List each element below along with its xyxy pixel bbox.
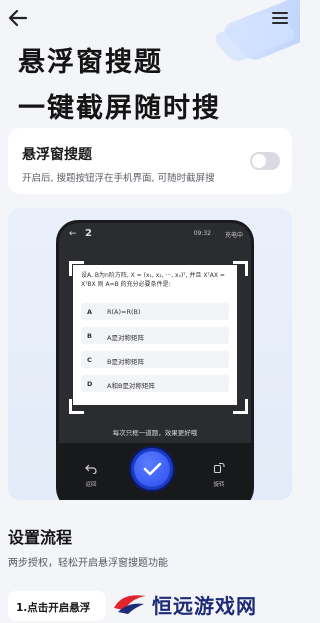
page-subtitle: 一键截屏随时搜 <box>18 93 221 124</box>
option-a[interactable]: A R(A)=R(B) <box>81 303 229 320</box>
watermark-text: 恒远游戏网 <box>152 594 257 618</box>
question-text: 设A, B为n阶方阵, X = (x₁, x₂, ···, xₙ)ᵀ, 并且 X… <box>81 272 225 288</box>
demo-illustration: ← 2 09:32 充电中 设A, B为n阶方阵, X = (x₁, x₂, ·… <box>8 208 292 500</box>
crop-corner-handle[interactable] <box>233 261 248 276</box>
watermark-logo-icon <box>114 595 146 614</box>
phone-mockup: ← 2 09:32 充电中 设A, B为n阶方阵, X = (x₁, x₂, ·… <box>56 220 254 500</box>
hamburger-menu-icon <box>272 12 288 14</box>
confirm-search-button[interactable] <box>134 451 170 487</box>
option-b[interactable]: B A是对称矩阵 <box>81 327 229 344</box>
card-description: 开启后, 搜题按钮浮在手机界面, 可随时截屏搜 <box>22 173 215 184</box>
back-button[interactable] <box>6 6 30 30</box>
setup-section-description: 两步授权，轻松开启悬浮窗搜题功能 <box>8 558 168 569</box>
crop-region[interactable]: 设A, B为n阶方阵, X = (x₁, x₂, ···, xₙ)ᵀ, 并且 X… <box>73 265 237 405</box>
floating-window-toggle[interactable] <box>250 152 280 170</box>
option-c[interactable]: C B是对称矩阵 <box>81 351 229 368</box>
rotate-button[interactable]: 旋转 <box>209 459 229 488</box>
step-1-enable-float-button[interactable]: 1.点击开启悬浮 <box>8 591 106 621</box>
return-button[interactable]: 返回 <box>81 459 101 488</box>
option-d[interactable]: D A和B是对称矩阵 <box>81 375 229 392</box>
undo-arrow-icon <box>85 464 97 475</box>
card-title: 悬浮窗搜题 <box>22 147 92 163</box>
checkmark-icon <box>143 462 162 476</box>
page-title: 悬浮窗搜题 <box>18 47 163 78</box>
crop-corner-handle[interactable] <box>69 399 84 414</box>
crop-corner-handle[interactable] <box>233 399 248 414</box>
arrow-left-icon <box>8 9 28 27</box>
crop-hint: 每次只框一道题，效果更好哦 <box>112 429 198 437</box>
watermark: 恒远游戏网 <box>108 586 298 620</box>
phone-statusbar: ← 2 09:32 充电中 <box>69 228 243 239</box>
menu-button[interactable] <box>268 6 292 30</box>
camera-toolbar: 返回 旋转 <box>59 443 251 500</box>
floating-window-card: 悬浮窗搜题 开启后, 搜题按钮浮在手机界面, 可随时截屏搜 <box>8 128 292 194</box>
rotate-icon <box>213 462 225 474</box>
crop-corner-handle[interactable] <box>69 261 84 276</box>
setup-section-title: 设置流程 <box>8 528 73 547</box>
